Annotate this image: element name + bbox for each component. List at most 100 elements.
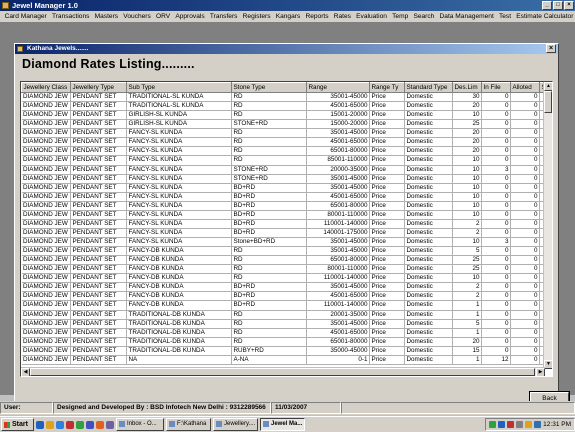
media-icon[interactable]	[66, 420, 74, 429]
clock[interactable]: 12:31 PM	[543, 421, 571, 428]
task-jewel-manager[interactable]: Jewel Ma...	[260, 418, 305, 431]
table-row[interactable]: DIAMOND JEW PENDANT SET FANCY-SL KUNDA RD 85…	[21, 155, 552, 166]
table-row[interactable]: DIAMOND JEW PENDANT SET FANCY-SL KUNDA BD+R…	[21, 219, 552, 229]
menu-item-search[interactable]: Search	[411, 13, 437, 20]
menu-item-card-manager[interactable]: Card Manager	[2, 13, 49, 20]
table-row[interactable]: DIAMOND JEW PENDANT SET FANCY-SL KUNDA BD+R…	[21, 201, 552, 211]
table-cell: DIAMOND JEW	[21, 119, 71, 130]
tray-mcafee-icon[interactable]	[507, 421, 515, 428]
column-header[interactable]: Standard Type	[404, 82, 453, 93]
table-row[interactable]: DIAMOND JEW PENDANT SET TRADITIONAL-SL KUN…	[21, 92, 552, 103]
column-header[interactable]: Range	[306, 82, 370, 93]
menu-item-test[interactable]: Test	[496, 13, 513, 20]
table-row[interactable]: DIAMOND JEW PENDANT SET FANCY-SL KUNDA Ston…	[21, 237, 552, 248]
table-row[interactable]: DIAMOND JEW PENDANT SET FANCY-DB KUNDA RD 80…	[21, 264, 552, 275]
maximize-button[interactable]: □	[553, 1, 563, 10]
scroll-right-icon[interactable]: ▶	[536, 368, 545, 376]
app-quick-icon[interactable]	[106, 420, 114, 429]
word-icon[interactable]	[86, 420, 94, 429]
folder-icon[interactable]	[46, 420, 54, 429]
vertical-scrollbar[interactable]: ▲ ▼	[543, 82, 552, 369]
menu-item-reports[interactable]: Reports	[303, 13, 331, 20]
task-folder[interactable]: F:\Kathana	[166, 418, 211, 431]
table-cell: DIAMOND JEW	[21, 246, 71, 257]
table-row[interactable]: DIAMOND JEW PENDANT SET FANCY-SL KUNDA STON…	[21, 165, 552, 175]
menu-item-registers[interactable]: Registers	[240, 13, 273, 20]
scroll-left-icon[interactable]: ◀	[21, 368, 30, 376]
close-button[interactable]: ×	[564, 1, 574, 10]
column-header[interactable]: Stone Type	[231, 82, 307, 93]
column-header[interactable]: Sub Type	[126, 82, 232, 93]
table-cell: 0	[481, 101, 511, 112]
table-cell: GIRLISH-SL KUNDA	[126, 110, 232, 121]
horizontal-scroll-thumb[interactable]	[30, 368, 535, 376]
menu-item-masters[interactable]: Masters	[92, 13, 121, 20]
column-header[interactable]: Jewellery Class	[21, 82, 71, 93]
column-header[interactable]: Jewellery Type	[70, 82, 127, 93]
table-cell: Price	[369, 228, 405, 239]
table-row[interactable]: DIAMOND JEW PENDANT SET TRADITIONAL-DB KUN…	[21, 310, 552, 320]
scroll-down-icon[interactable]: ▼	[544, 360, 552, 369]
menu-item-transfers[interactable]: Transfers	[207, 13, 240, 20]
task-jewellery[interactable]: Jewellery....	[213, 418, 258, 431]
table-cell: PENDANT SET	[70, 328, 127, 338]
diamond-rates-window: Kathana Jewels....... × Diamond Rates Li…	[14, 43, 569, 414]
table-row[interactable]: DIAMOND JEW PENDANT SET FANCY-SL KUNDA BD+R…	[21, 228, 552, 239]
menu-item-vouchers[interactable]: Vouchers	[121, 13, 154, 20]
menu-item-temp[interactable]: Temp	[390, 13, 411, 20]
rates-grid[interactable]: Jewellery Class Jewellery Type Sub Type Sto…	[20, 81, 553, 377]
table-row[interactable]: DIAMOND JEW PENDANT SET FANCY-DB KUNDA BD+R…	[21, 282, 552, 293]
table-cell: RD	[231, 328, 307, 338]
table-cell: Price	[369, 101, 405, 112]
outlook-icon[interactable]	[56, 420, 64, 429]
tray-network-icon[interactable]	[489, 421, 497, 428]
table-row[interactable]: DIAMOND JEW PENDANT SET FANCY-SL KUNDA BD+R…	[21, 183, 552, 193]
table-row[interactable]: DIAMOND JEW PENDANT SET GIRLISH-SL KUNDA ST…	[21, 119, 552, 130]
minimize-button[interactable]: _	[542, 1, 552, 10]
excel-icon[interactable]	[76, 420, 84, 429]
child-close-button[interactable]: ×	[546, 44, 556, 53]
table-row[interactable]: DIAMOND JEW PENDANT SET FANCY-SL KUNDA BD+R…	[21, 192, 552, 202]
table-row[interactable]: DIAMOND JEW PENDANT SET TRADITIONAL-DB KUN…	[21, 319, 552, 329]
menu-item-orv[interactable]: ORV	[153, 13, 172, 20]
table-row[interactable]: DIAMOND JEW PENDANT SET TRADITIONAL-DB KUN…	[21, 346, 552, 356]
column-header[interactable]: Range Ty	[369, 82, 405, 93]
table-row[interactable]: DIAMOND JEW PENDANT SET FANCY-SL KUNDA STON…	[21, 174, 552, 184]
menu-item-evaluation[interactable]: Evaluation	[354, 13, 390, 20]
table-row[interactable]: DIAMOND JEW PENDANT SET NA A-NA 0-1 Price Dome…	[21, 355, 552, 365]
column-header[interactable]: Alloted	[510, 82, 540, 93]
table-row[interactable]: DIAMOND JEW PENDANT SET FANCY-SL KUNDA RD 45…	[21, 137, 552, 148]
column-header[interactable]: In File	[481, 82, 511, 93]
menu-item-transactions[interactable]: Transactions	[49, 13, 92, 20]
table-row[interactable]: DIAMOND JEW PENDANT SET TRADITIONAL-SL KUN…	[21, 101, 552, 112]
tray-volume-icon[interactable]	[534, 421, 542, 428]
horizontal-scrollbar[interactable]: ◀ ▶	[21, 367, 545, 376]
table-row[interactable]: DIAMOND JEW PENDANT SET GIRLISH-SL KUNDA RD…	[21, 110, 552, 121]
table-row[interactable]: DIAMOND JEW PENDANT SET FANCY-DB KUNDA RD 65…	[21, 255, 552, 266]
vertical-scroll-thumb[interactable]	[544, 91, 552, 113]
table-row[interactable]: DIAMOND JEW PENDANT SET TRADITIONAL-DB KUN…	[21, 337, 552, 347]
tray-ie-icon[interactable]	[498, 421, 506, 428]
menu-item-kangars[interactable]: Kangars	[273, 13, 303, 20]
table-row[interactable]: DIAMOND JEW PENDANT SET FANCY-SL KUNDA RD 65…	[21, 146, 552, 157]
table-row[interactable]: DIAMOND JEW PENDANT SET FANCY-DB KUNDA BD+R…	[21, 291, 552, 302]
ie-icon[interactable]	[36, 420, 44, 429]
table-cell: 45001-65000	[306, 192, 370, 202]
task-inbox[interactable]: Inbox - O...	[116, 418, 164, 431]
tray-printer-icon[interactable]	[516, 421, 524, 428]
table-row[interactable]: DIAMOND JEW PENDANT SET FANCY-DB KUNDA RD 35…	[21, 246, 552, 257]
column-header[interactable]: Des.Lim	[452, 82, 482, 93]
table-row[interactable]: DIAMOND JEW PENDANT SET TRADITIONAL-DB KUN…	[21, 328, 552, 338]
menu-item-estimate-calculator[interactable]: Estimate Calculator	[514, 13, 575, 20]
table-row[interactable]: DIAMOND JEW PENDANT SET FANCY-SL KUNDA BD+R…	[21, 210, 552, 220]
menu-item-rates[interactable]: Rates	[331, 13, 353, 20]
menu-item-approvals[interactable]: Approvals	[173, 13, 208, 20]
start-button[interactable]: Start	[1, 418, 34, 431]
menu-item-data-management[interactable]: Data Management	[437, 13, 496, 20]
messenger-icon[interactable]	[96, 420, 104, 429]
table-row[interactable]: DIAMOND JEW PENDANT SET FANCY-SL KUNDA RD 35…	[21, 128, 552, 139]
table-row[interactable]: DIAMOND JEW PENDANT SET FANCY-DB KUNDA BD+R…	[21, 300, 552, 311]
table-row[interactable]: DIAMOND JEW PENDANT SET FANCY-DB KUNDA RD 11…	[21, 273, 552, 284]
tray-messenger-icon[interactable]	[525, 421, 533, 428]
scroll-up-icon[interactable]: ▲	[544, 82, 552, 91]
